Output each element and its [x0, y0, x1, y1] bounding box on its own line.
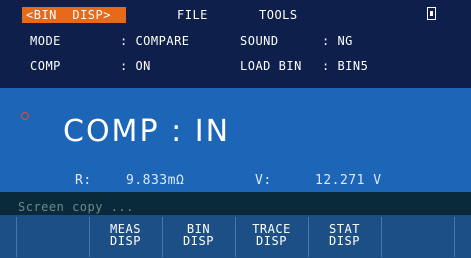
tab-bin-disp-label: <BIN DISP>: [26, 8, 111, 22]
softkey-stat-disp[interactable]: STAT DISP: [308, 217, 380, 257]
comp-label: COMP: [30, 59, 61, 73]
softkey-trace-disp[interactable]: TRACE DISP: [235, 217, 307, 257]
mode-value: : COMPARE: [120, 34, 190, 48]
sound-value: : NG: [322, 34, 353, 48]
softkey-bin-disp-line2: DISP: [183, 234, 214, 248]
softkey-meas-disp[interactable]: MEAS DISP: [89, 217, 161, 257]
menu-file[interactable]: FILE: [177, 8, 208, 22]
softkey-1[interactable]: [16, 217, 88, 257]
comp-value: : ON: [120, 59, 151, 73]
v-label: V:: [255, 173, 272, 188]
softkey-stat-disp-line2: DISP: [329, 234, 360, 248]
softkey-trace-disp-line2: DISP: [256, 234, 287, 248]
usb-drive-icon: [427, 7, 436, 20]
softkey-meas-disp-line2: DISP: [110, 234, 141, 248]
mode-label: MODE: [30, 34, 61, 48]
v-value: 12.271 V: [315, 173, 382, 188]
softkey-bin-disp[interactable]: BIN DISP: [162, 217, 234, 257]
sound-label: SOUND: [240, 34, 279, 48]
menu-tools[interactable]: TOOLS: [259, 8, 298, 22]
alarm-circle-icon: [21, 112, 29, 120]
r-value: 9.833mΩ: [126, 173, 185, 188]
status-text: Screen copy ...: [18, 200, 134, 214]
load-bin-label: LOAD BIN: [240, 59, 302, 73]
r-label: R:: [75, 173, 92, 188]
instrument-screen: <BIN DISP> FILE TOOLS MODE : COMPARE SOU…: [0, 0, 471, 258]
softkey-6[interactable]: [381, 217, 455, 257]
comp-result: COMP : IN: [63, 114, 231, 149]
load-bin-value: : BIN5: [322, 59, 369, 73]
